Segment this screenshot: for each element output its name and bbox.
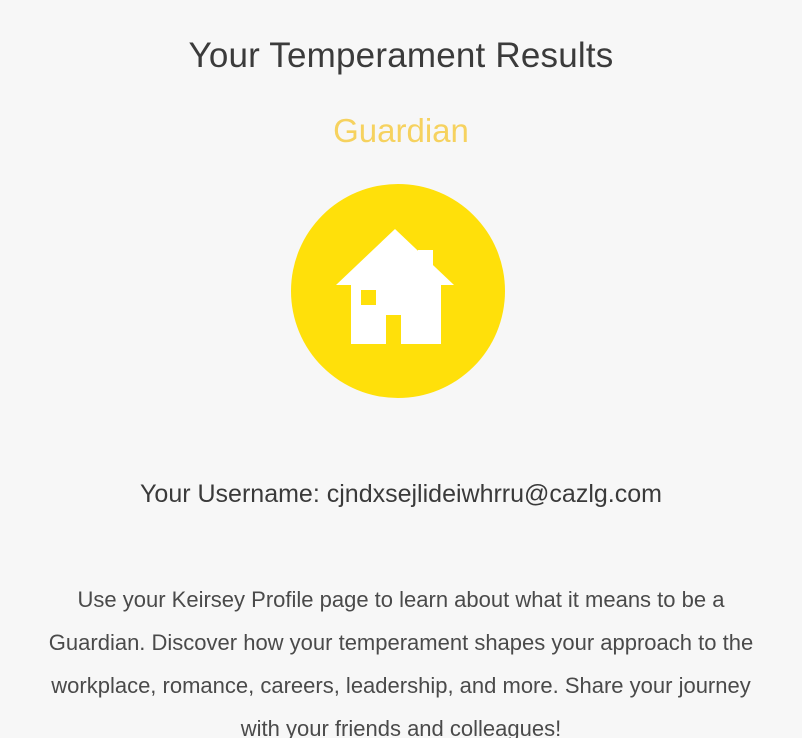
house-icon (336, 229, 454, 344)
username-value: cjndxsejlideiwhrru@cazlg.com (326, 480, 662, 508)
username-label: Your Username: (140, 480, 320, 508)
temperament-name: Guardian (333, 112, 469, 149)
temperament-badge (291, 184, 505, 398)
page-title: Your Temperament Results (188, 36, 614, 76)
profile-description: Use your Keirsey Profile page to learn a… (48, 587, 754, 738)
username-line: Your Username: cjndxsejlideiwhrru@cazlg.… (0, 476, 802, 512)
